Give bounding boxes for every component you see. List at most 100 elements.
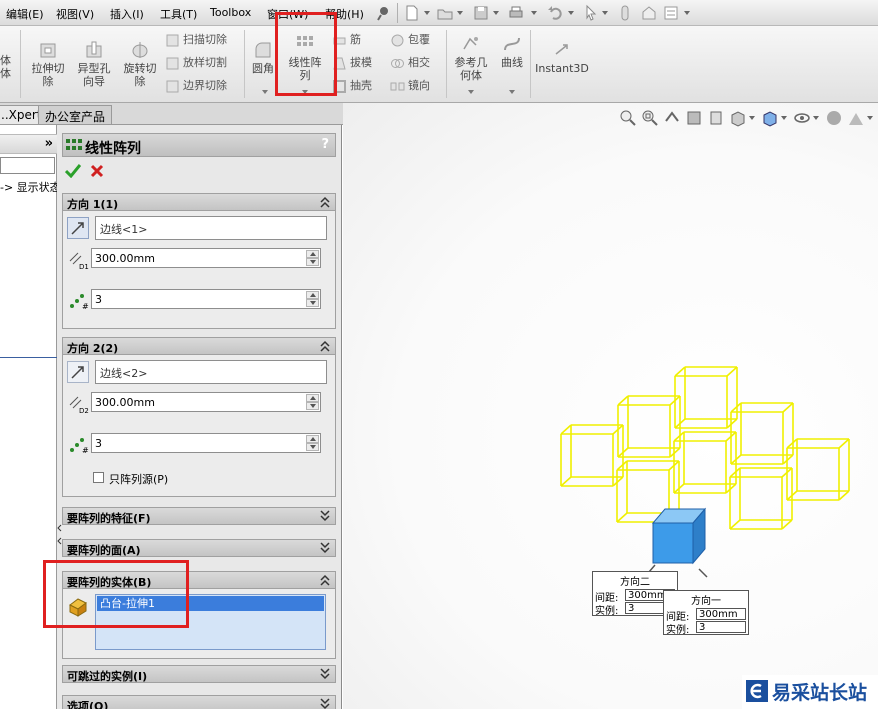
pin-icon[interactable] <box>375 4 393 22</box>
menu-bar: 编辑(E) 视图(V) 插入(I) 工具(T) Toolbox 窗口(W) 帮助… <box>0 0 878 26</box>
spacing-spinner[interactable] <box>306 394 319 410</box>
mirror-button[interactable]: 镜向 <box>390 78 430 94</box>
highlight-bodies-to-pattern <box>43 560 189 628</box>
graphics-area[interactable]: 方向二 间距: 300mm 实例: 3 方向一 间距: 300mm 实例: 3 <box>343 103 878 709</box>
direction1-count-value: 3 <box>95 293 102 306</box>
ok-check-icon[interactable] <box>65 164 81 178</box>
rebuild-icon[interactable] <box>616 4 634 22</box>
features-to-pattern-title: 要阵列的特征(F) <box>67 512 151 525</box>
count-spinner[interactable] <box>306 291 319 307</box>
seed-body[interactable] <box>651 507 707 565</box>
mirror-icon <box>390 82 405 90</box>
boundary-cut-label: 边界切除 <box>183 79 227 92</box>
revolve-cut-label: 旋转切 除 <box>123 62 157 88</box>
fillet-label: 圆角 <box>252 62 274 75</box>
menu-tools[interactable]: 工具(T) <box>160 6 197 22</box>
print-icon[interactable] <box>507 4 525 22</box>
chevron-up-icon[interactable] <box>320 196 330 208</box>
options-icon[interactable] <box>640 4 658 22</box>
extrude-cut-label: 拉伸切 除 <box>31 62 65 88</box>
menu-view[interactable]: 视图(V) <box>56 6 94 22</box>
direction1-callout-spacing[interactable]: 300mm <box>696 608 746 620</box>
new-document-icon[interactable] <box>403 4 421 22</box>
direction2-spacing-input[interactable]: 300.00mm <box>91 392 321 412</box>
direction1-header[interactable]: 方向 1(1) <box>62 193 336 211</box>
select-arrow-icon[interactable] <box>582 4 600 22</box>
pattern-instance-preview <box>786 438 850 501</box>
loft-cut-button[interactable]: 放样切割 <box>165 55 227 71</box>
instances-to-skip-header[interactable]: 可跳过的实例(I) <box>62 665 336 683</box>
wrap-icon <box>391 34 404 46</box>
direction2-count-input[interactable]: 3 <box>91 433 321 453</box>
menu-toolbox[interactable]: Toolbox <box>210 6 251 19</box>
count-spinner[interactable] <box>306 435 319 451</box>
watermark-logo-icon <box>746 680 768 702</box>
intersect-button[interactable]: 相交 <box>390 55 430 71</box>
direction1-edge-field[interactable]: 边线<1> <box>95 216 327 240</box>
menu-insert[interactable]: 插入(I) <box>110 6 144 22</box>
direction1-callout[interactable]: 方向一 间距: 300mm 实例: 3 <box>663 590 749 636</box>
direction1-callout-title: 方向一 <box>691 596 721 607</box>
pane-splitter[interactable] <box>57 520 62 550</box>
save-icon[interactable] <box>472 4 490 22</box>
fillet-button[interactable]: 圆角 <box>248 40 278 75</box>
direction2-spacing-value: 300.00mm <box>95 396 155 409</box>
help-icon[interactable]: ? <box>321 137 329 152</box>
direction2-header[interactable]: 方向 2(2) <box>62 337 336 355</box>
collapse-icon[interactable]: » <box>45 136 53 151</box>
pm-title: 线性阵列 <box>85 141 141 157</box>
boundary-cut-button[interactable]: 边界切除 <box>165 78 227 94</box>
chevron-up-icon[interactable] <box>320 574 330 586</box>
faces-to-pattern-header[interactable]: 要阵列的面(A) <box>62 539 336 557</box>
tab-office-products[interactable]: 办公室产品 <box>38 105 113 124</box>
features-to-pattern-header[interactable]: 要阵列的特征(F) <box>62 507 336 525</box>
draft-button[interactable]: 拔模 <box>332 55 372 71</box>
instances-count-icon: # <box>70 438 89 455</box>
chevron-up-icon[interactable] <box>320 340 330 352</box>
extrude-cut-button[interactable]: 拉伸切 除 <box>26 40 70 88</box>
sweep-cut-button[interactable]: 扫描切除 <box>165 32 227 48</box>
sweep-cut-label: 扫描切除 <box>183 33 227 46</box>
direction1-body: 边线<1> D1 300.00mm # 3 <box>62 211 336 329</box>
watermark: 易采站长站 <box>742 675 878 709</box>
loft-cut-label: 放样切割 <box>183 56 227 69</box>
curves-button[interactable]: 曲线 <box>496 34 528 69</box>
tree-filter-input[interactable] <box>0 157 55 174</box>
undo-icon[interactable] <box>546 4 564 22</box>
shell-button[interactable]: 抽壳 <box>332 78 372 94</box>
revolve-cut-button[interactable]: 旋转切 除 <box>118 40 162 88</box>
direction1-count-input[interactable]: 3 <box>91 289 321 309</box>
options-header[interactable]: 选项(O) <box>62 695 336 709</box>
display-state-item[interactable]: -> 显示状态 <box>0 179 61 195</box>
menu-edit[interactable]: 编辑(E) <box>6 6 44 22</box>
chevron-down-icon[interactable] <box>320 542 330 554</box>
reference-geometry-icon <box>463 37 478 50</box>
hole-wizard-button[interactable]: 异型孔 向导 <box>72 40 116 88</box>
instant3d-button[interactable]: Instant3D <box>534 40 590 75</box>
chevron-down-icon[interactable] <box>320 698 330 709</box>
spacing-spinner[interactable] <box>306 250 319 266</box>
direction1-spacing-input[interactable]: 300.00mm <box>91 248 321 268</box>
open-folder-icon[interactable] <box>436 4 454 22</box>
mirror-label: 镜向 <box>408 79 430 92</box>
direction2-edge-field[interactable]: 边线<2> <box>95 360 327 384</box>
pattern-instance-preview <box>729 467 793 530</box>
tab-strip: ..Xpert 办公室产品 <box>0 103 343 125</box>
hole-wizard-icon <box>86 41 102 58</box>
pattern-seed-only-checkbox[interactable] <box>93 472 104 483</box>
direction1-callout-count[interactable]: 3 <box>696 621 746 633</box>
direction-arrow-icon[interactable] <box>67 217 89 239</box>
draft-label: 拔模 <box>350 56 372 69</box>
wrap-button[interactable]: 包覆 <box>390 32 430 48</box>
properties-icon[interactable] <box>662 4 680 22</box>
spacing-d2-icon: D2 <box>69 396 89 415</box>
pattern-instance-preview <box>673 431 737 494</box>
callout-count-label: 实例: <box>595 606 619 617</box>
feature-tree-header: » <box>0 134 57 154</box>
reference-geometry-button[interactable]: 参考几 何体 <box>450 34 492 82</box>
direction-arrow-icon[interactable] <box>67 361 89 383</box>
fillet-icon <box>255 42 271 58</box>
chevron-down-icon[interactable] <box>320 668 330 680</box>
cancel-x-icon[interactable] <box>90 164 104 178</box>
chevron-down-icon[interactable] <box>320 510 330 522</box>
